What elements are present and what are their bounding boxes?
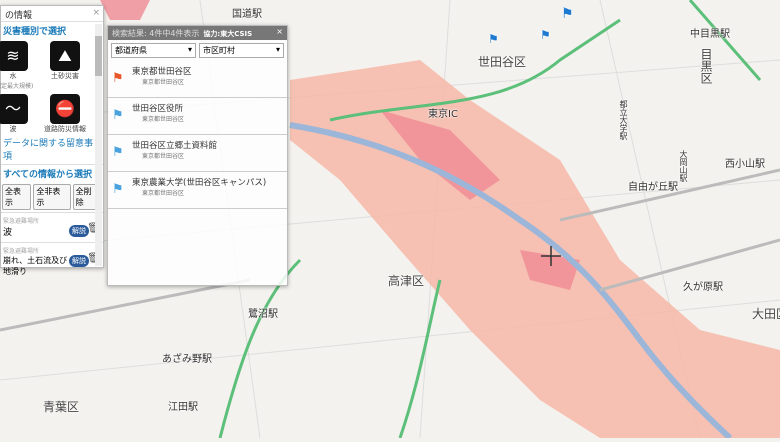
- layer-item: 緊急避難場所 崩れ、土石流及び地滑り 解説 🗑: [1, 242, 103, 276]
- credit-link[interactable]: 協力:東大CSIS: [203, 30, 252, 38]
- prefecture-select[interactable]: 都道府県: [111, 43, 196, 58]
- layer-item: 緊急避難場所 波 解説 🗑: [1, 212, 103, 242]
- panel-title: の情報: [5, 11, 33, 21]
- explain-button[interactable]: 解説: [69, 255, 89, 267]
- road-disaster-button[interactable]: ⛔ 道路防災情報: [43, 94, 87, 134]
- map-label: 東京IC: [428, 109, 458, 120]
- section-all[interactable]: すべての情報から選択: [1, 164, 103, 182]
- map-label: 青葉区: [43, 400, 80, 414]
- hide-all-button[interactable]: 全非表示: [33, 184, 71, 210]
- result-item[interactable]: ⚑ 世田谷区立郷土資料館 東京都世田谷区: [108, 135, 287, 172]
- landslide-button[interactable]: ⛰ 土砂災害: [43, 41, 87, 90]
- map-marker-flag-icon[interactable]: ⚑: [488, 32, 499, 46]
- flood-button[interactable]: ≋水(想定最大規模): [0, 41, 35, 90]
- search-results-panel: 検索結果: 4件中4件表示協力:東大CSIS × 都道府県 市区町村 ⚑東京都世田…: [107, 25, 288, 286]
- scrollbar[interactable]: [95, 24, 102, 266]
- map-label: 鷺沼駅: [248, 309, 278, 320]
- result-item[interactable]: ⚑ 世田谷区役所 東京都世田谷区: [108, 98, 287, 135]
- hazard-info-panel: の情報 × 災害種別で選択 ≋水(想定最大規模) ⛰土砂災害 〜波 ⛔道路防災情報…: [0, 5, 104, 276]
- city-select[interactable]: 市区町村: [199, 43, 284, 58]
- map-label: 江田駅: [168, 402, 198, 413]
- show-all-button[interactable]: 全表示: [2, 184, 32, 210]
- map-label: 西小山駅: [725, 159, 765, 170]
- map-label: 久が原駅: [683, 282, 723, 293]
- road-disaster-icon: ⛔: [50, 94, 80, 124]
- tsunami-icon: 〜: [0, 94, 28, 124]
- map-label: 自由が丘駅: [628, 182, 678, 193]
- map-label: あざみ野駅: [162, 354, 212, 365]
- result-item[interactable]: ⚑ 東京都世田谷区 東京都世田谷区: [108, 61, 287, 98]
- close-icon[interactable]: ×: [276, 27, 283, 36]
- map-label: 国道駅: [232, 9, 262, 20]
- result-item[interactable]: ⚑ 東京農業大学(世田谷区キャンパス) 東京都世田谷区: [108, 172, 287, 209]
- results-count: 検索結果: 4件中4件表示: [112, 29, 200, 38]
- map-label: 中目黒駅: [690, 29, 730, 40]
- map-label: 都立大学駅: [619, 100, 628, 140]
- flag-icon: ⚑: [112, 108, 124, 123]
- flag-icon: ⚑: [112, 145, 124, 160]
- close-icon[interactable]: ×: [92, 8, 100, 18]
- map-marker-flag-icon[interactable]: ⚑: [540, 28, 551, 42]
- map-label: 大岡山駅: [679, 150, 688, 182]
- flag-icon: ⚑: [112, 182, 124, 197]
- section-by-type: 災害種別で選択: [3, 27, 67, 37]
- flag-icon: ⚑: [112, 71, 124, 86]
- flood-icon: ≋: [0, 41, 28, 71]
- explain-button[interactable]: 解説: [69, 225, 89, 237]
- map-label: 目黒区: [699, 48, 713, 84]
- landslide-icon: ⛰: [50, 41, 80, 71]
- map-label: 高津区: [388, 274, 425, 288]
- notes-link[interactable]: データに関する留意事項: [1, 134, 103, 164]
- map-marker-flag-icon[interactable]: ⚑: [561, 6, 574, 22]
- tsunami-button[interactable]: 〜波: [0, 94, 35, 134]
- flood-zone: [290, 60, 780, 438]
- map-label: 大田区: [752, 307, 780, 321]
- map-label: 世田谷区: [478, 55, 527, 69]
